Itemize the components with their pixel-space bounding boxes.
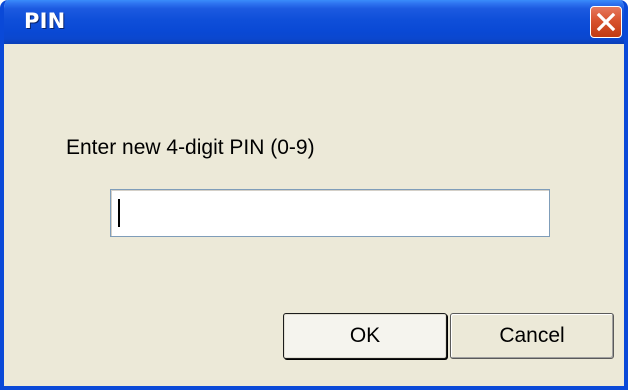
title-bar[interactable]: PIN xyxy=(4,0,624,44)
cancel-button[interactable]: Cancel xyxy=(450,313,614,359)
window-title: PIN xyxy=(24,9,66,33)
pin-input[interactable] xyxy=(110,189,550,237)
close-x-icon xyxy=(596,12,616,32)
pin-prompt-label: Enter new 4-digit PIN (0-9) xyxy=(66,136,315,159)
ok-button[interactable]: OK xyxy=(283,313,447,359)
text-caret xyxy=(118,199,120,227)
close-button[interactable] xyxy=(590,6,622,38)
pin-dialog: PIN Enter new 4-digit PIN (0-9) OK Cance… xyxy=(0,0,628,390)
